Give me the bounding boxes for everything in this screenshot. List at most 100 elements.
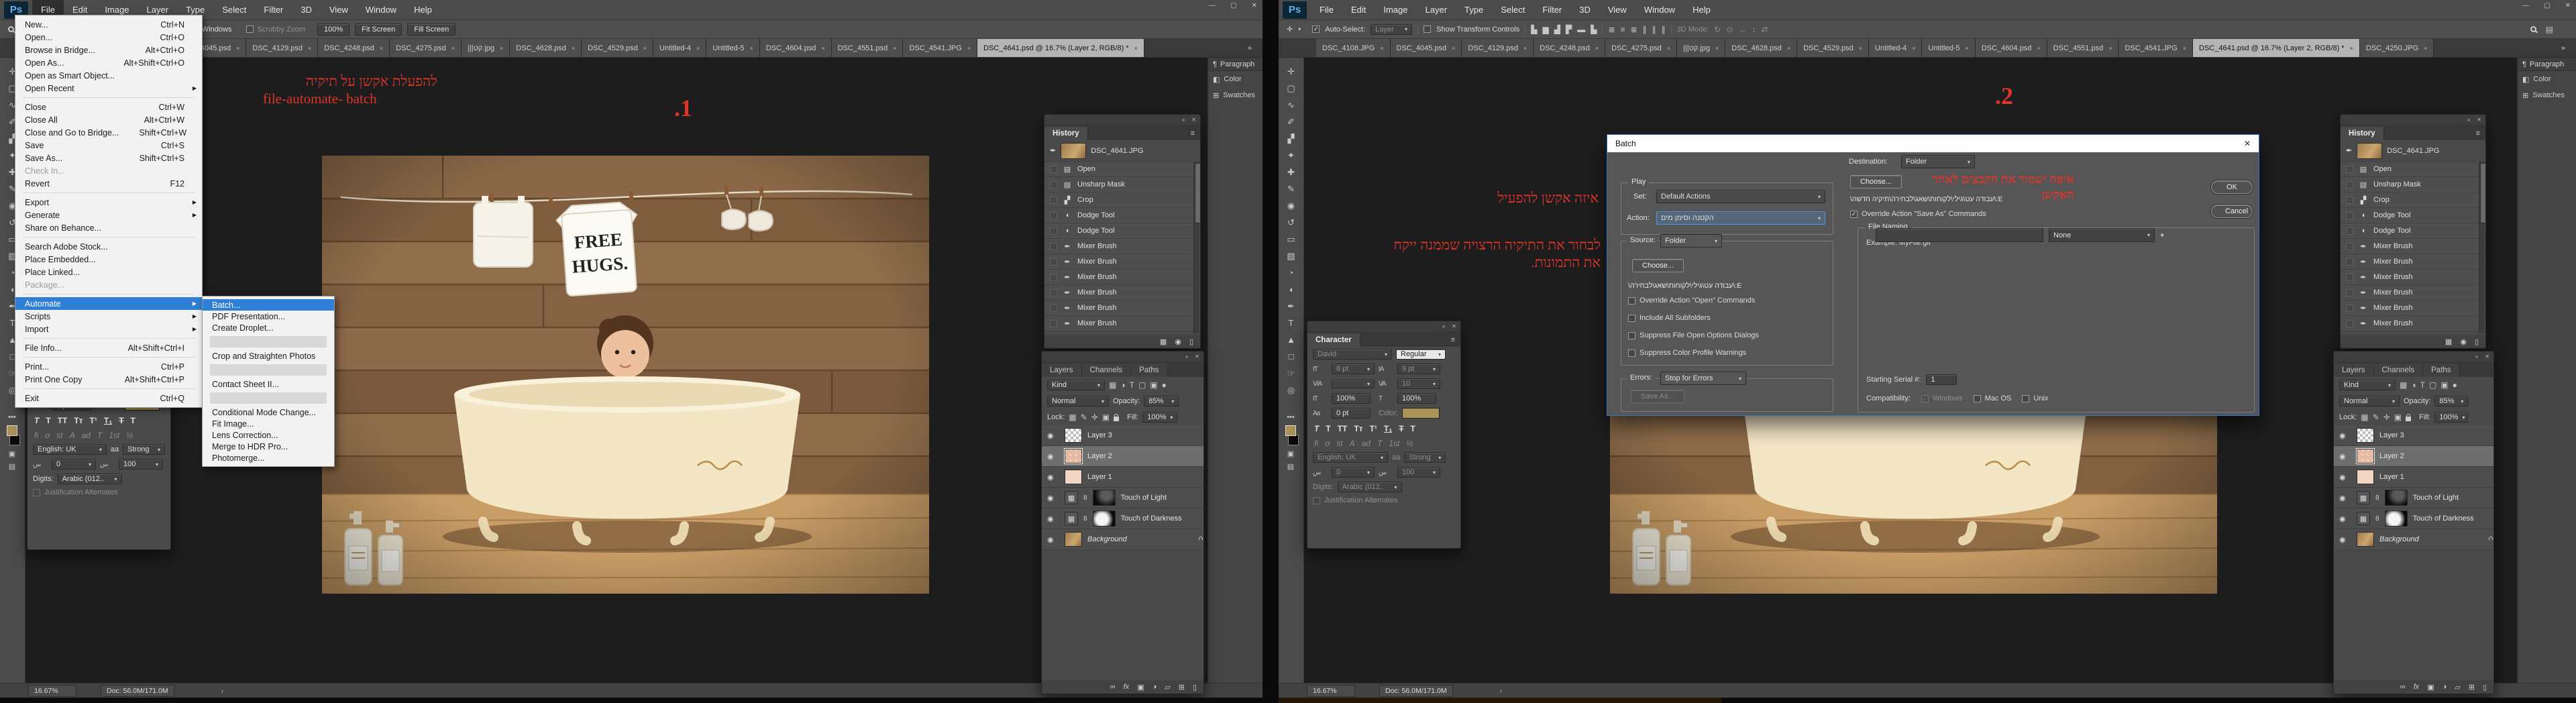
errors-save-as-button[interactable]: Save As... [1631, 390, 1684, 403]
history-step[interactable]: Dodge Tool [2341, 223, 2485, 239]
fill-field[interactable]: 100% ▾ [1142, 412, 1178, 423]
delete-state-icon[interactable]: ▯ [2475, 337, 2479, 346]
search-icon[interactable] [2530, 26, 2536, 32]
file-menu-item[interactable]: Save Ctrl+S [15, 139, 202, 152]
starting-serial-field[interactable]: 1 [1926, 374, 1957, 385]
dock-paragraph[interactable]: Paragraph [1220, 60, 1254, 68]
file-menu-item[interactable]: Open as Smart Object... [15, 69, 202, 82]
file-menu-item[interactable]: File Info... Alt+Shift+Ctrl+I [15, 341, 202, 354]
history-source-checkbox[interactable] [1050, 242, 1057, 250]
eraser-tool-icon[interactable]: ▭ [1282, 231, 1301, 248]
naming-select[interactable]: None▾ [2049, 228, 2155, 242]
file-menu-item[interactable]: Close Ctrl+W [15, 101, 202, 113]
file-menu-item[interactable]: Open Recent ▶ [15, 82, 202, 95]
file-menu-item[interactable] [23, 388, 195, 389]
history-source-checkbox[interactable] [1050, 227, 1057, 235]
history-source-checkbox[interactable] [2346, 196, 2353, 204]
history-step[interactable]: Unsharp Mask [1044, 177, 1200, 193]
new-group-icon[interactable]: ▱ [1165, 683, 1170, 692]
close-tab-icon[interactable]: × [1380, 45, 1383, 52]
visibility-eye-icon[interactable]: ◉ [1047, 494, 1059, 502]
3d-scale-icon[interactable]: ⇄ [1761, 25, 1768, 34]
menu-bar-item[interactable]: Select [213, 0, 255, 20]
kind-filter-select[interactable]: Kind ▾ [2339, 380, 2396, 390]
background-color-swatch[interactable] [1288, 435, 1299, 445]
close-tab-icon[interactable]: × [500, 45, 503, 52]
3d-roll-icon[interactable]: ⊙ [1726, 25, 1733, 34]
history-step[interactable]: Mixer Brush [2341, 316, 2485, 331]
language-select[interactable]: English: UK ▾ [1313, 452, 1388, 463]
file-menu-item[interactable]: Check In... [15, 164, 202, 177]
panel-tab[interactable]: Paths [1131, 364, 1168, 377]
history-step[interactable]: Open [1044, 162, 1200, 177]
more-tools-icon[interactable]: ••• [8, 413, 16, 421]
document-tab[interactable]: Untitled-4 × [1869, 39, 1923, 57]
automate-menu-item[interactable] [210, 336, 327, 347]
workspace-icon[interactable]: ▤ [2546, 25, 2553, 34]
document-tab[interactable]: DSC_4604.psd × [759, 39, 832, 57]
tab-overflow-icon[interactable]: » [1242, 39, 1257, 58]
close-tab-icon[interactable]: × [893, 45, 896, 52]
filter-shape-icon[interactable]: ▢ [2429, 380, 2436, 390]
document-tab[interactable]: DSC_4551.psd × [831, 39, 904, 57]
file-menu-item[interactable]: Scripts ▶ [15, 310, 202, 323]
menu-bar-item[interactable]: Filter [1534, 0, 1570, 20]
visibility-eye-icon[interactable]: ◉ [2339, 473, 2351, 482]
align-bottom-icon[interactable]: ▙ [1591, 25, 1597, 34]
foreground-color-swatch[interactable] [1285, 425, 1296, 436]
document-tab[interactable]: DSC_4250.JPG × [2359, 39, 2434, 57]
3d-slide-icon[interactable]: ↕ [1752, 25, 1756, 34]
menu-bar-item[interactable]: Edit [1342, 0, 1375, 20]
panel-tab[interactable]: Layers [1042, 364, 1082, 377]
document-tab[interactable]: DSC_4628.psd × [510, 39, 582, 57]
layer-row[interactable]: ◉ ▦ 8 Layer 3 [2334, 425, 2493, 446]
align-top-icon[interactable]: ▛ [1566, 25, 1572, 34]
panel-menu-icon[interactable]: ≡ [2471, 129, 2485, 140]
fill-field[interactable]: 100% ▾ [2434, 412, 2469, 423]
history-scrollbar[interactable] [2480, 163, 2485, 223]
document-tab[interactable]: DSC_4129.psd × [246, 39, 319, 57]
menu-bar-item[interactable]: Window [1635, 0, 1684, 20]
file-menu-item[interactable]: Automate ▶ [15, 297, 202, 310]
dock-swatches[interactable]: Swatches [2532, 91, 2565, 99]
auto-select-target[interactable]: Layer ▾ [1371, 23, 1413, 35]
type-tool-icon[interactable]: T [1282, 315, 1301, 331]
menu-bar-item[interactable]: 3D [1570, 0, 1599, 20]
mask-thumbnail[interactable] [2384, 490, 2408, 506]
distribute-top-icon[interactable]: ≣ [1608, 25, 1615, 34]
history-step[interactable]: Open [2341, 162, 2485, 177]
vertical-scale-field[interactable]: 100% [1332, 393, 1371, 404]
new-layer-icon[interactable]: ⊞ [1179, 683, 1185, 692]
close-tab-icon[interactable]: × [1859, 45, 1862, 52]
delete-layer-icon[interactable]: ▯ [2483, 683, 2487, 692]
new-snapshot-icon[interactable]: ◉ [1175, 337, 1181, 346]
auto-select-checkbox[interactable]: ✓ [1312, 25, 1320, 33]
layer-row[interactable]: ◉ ▦ 8 Touch of Light [1042, 488, 1203, 508]
filter-pixel-icon[interactable]: ▦ [1109, 380, 1116, 390]
menu-bar-item[interactable]: Select [1492, 0, 1534, 20]
file-menu-item[interactable] [23, 97, 195, 98]
tab-character[interactable]: Character [1307, 333, 1360, 347]
document-tab[interactable]: Untitled-4 × [653, 39, 707, 57]
history-source-checkbox[interactable] [2346, 165, 2353, 173]
visibility-eye-icon[interactable]: ◉ [1047, 515, 1059, 523]
automate-menu-item[interactable]: Contact Sheet II... [203, 378, 334, 390]
naming-text-field[interactable] [1876, 228, 2043, 242]
blend-mode-select[interactable]: Normal ▾ [2339, 396, 2400, 407]
maximize-button[interactable]: ▢ [2544, 2, 2550, 9]
history-step[interactable]: Crop [2341, 193, 2485, 208]
layer-thumbnail[interactable] [1065, 470, 1082, 484]
history-source-checkbox[interactable] [2346, 319, 2353, 327]
new-adjustment-icon[interactable]: ◑ [2443, 683, 2447, 691]
file-menu-item[interactable]: Export ▶ [15, 196, 202, 209]
filter-adjustment-icon[interactable]: ◑ [1120, 380, 1125, 390]
history-step[interactable]: Mixer Brush [2341, 301, 2485, 316]
lock-artboard-icon[interactable]: ▣ [1102, 413, 1110, 422]
automate-menu-item[interactable]: Lens Correction... [203, 429, 334, 441]
automate-menu-item[interactable]: Crop and Straighten Photos [203, 350, 334, 362]
layer-row[interactable]: ◉ ▦ 8 Layer 1 [2334, 467, 2493, 488]
document-tab[interactable]: Untitled-5 × [1922, 39, 1976, 57]
menu-bar-item[interactable]: Filter [255, 0, 292, 20]
clone-stamp-tool-icon[interactable]: ◉ [1282, 197, 1301, 214]
visibility-eye-icon[interactable]: ◉ [2339, 452, 2351, 461]
